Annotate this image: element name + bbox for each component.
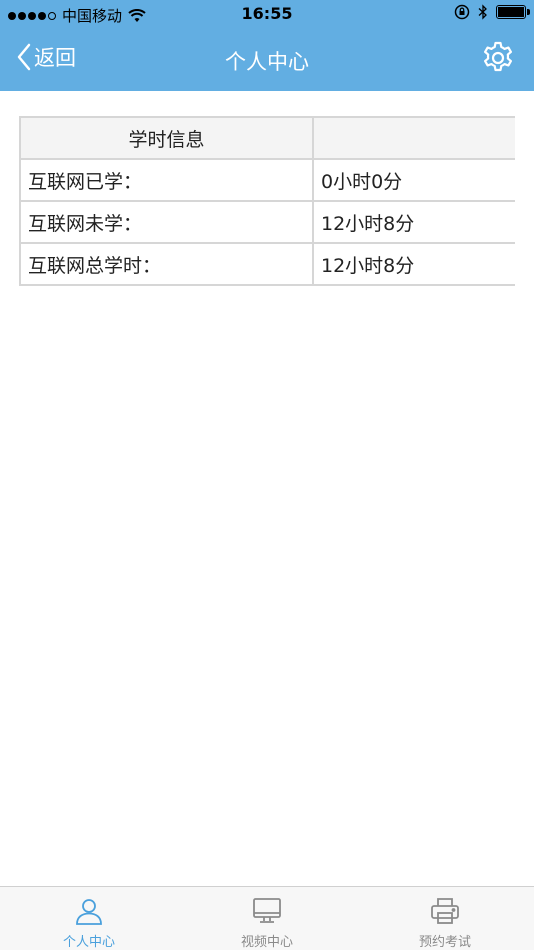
- row-label-total: 互联网总学时：: [19, 242, 314, 286]
- page-title: 个人中心: [225, 50, 309, 74]
- monitor-icon: [253, 898, 281, 923]
- table-header-empty: [312, 116, 515, 160]
- row-value-studied: 0小时0分: [312, 158, 515, 202]
- row-value-total: 12小时8分: [312, 242, 515, 286]
- settings-button[interactable]: [480, 40, 516, 76]
- gear-icon: [484, 41, 512, 72]
- printer-icon: [431, 898, 459, 924]
- nav-bar: 返回 个人中心: [0, 28, 534, 91]
- orientation-lock-icon: [454, 4, 470, 20]
- row-label-studied: 互联网已学：: [19, 158, 314, 202]
- study-hours-table: 学时信息 互联网已学： 0小时0分 互联网未学： 12小时8分 互联网总学时： …: [19, 116, 515, 286]
- table-row: 互联网总学时： 12小时8分: [19, 242, 515, 286]
- tab-label: 预约考试: [418, 935, 471, 950]
- row-value-remaining: 12小时8分: [312, 200, 515, 244]
- person-icon: [76, 899, 102, 925]
- status-bar: 中国移动 16:55: [0, 0, 534, 28]
- bottom-tab-bar: 个人中心 视频中心 预约考试: [0, 886, 534, 950]
- status-right: [454, 4, 530, 20]
- tab-book-exam[interactable]: 预约考试: [356, 887, 534, 950]
- tab-personal-center[interactable]: 个人中心: [0, 887, 178, 950]
- tab-video-center[interactable]: 视频中心: [178, 887, 356, 950]
- table-row: 互联网未学： 12小时8分: [19, 200, 515, 244]
- tab-label: 个人中心: [62, 935, 115, 950]
- tab-label: 视频中心: [240, 935, 293, 950]
- app-header: 中国移动 16:55 返回 个人中心: [0, 0, 534, 91]
- table-header-row: 学时信息: [19, 116, 515, 160]
- bluetooth-icon: [478, 4, 487, 20]
- row-label-remaining: 互联网未学：: [19, 200, 314, 244]
- table-header-title: 学时信息: [19, 116, 314, 160]
- table-row: 互联网已学： 0小时0分: [19, 158, 515, 202]
- battery-icon: [496, 5, 530, 19]
